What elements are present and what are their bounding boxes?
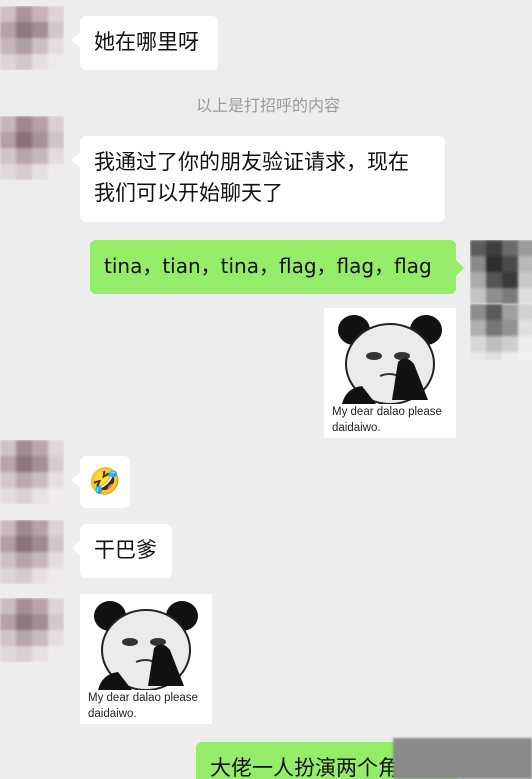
message-text-line: 我们可以开始聊天了 <box>94 181 283 205</box>
contact-avatar[interactable] <box>0 520 64 584</box>
system-notice: 以上是打招呼的内容 <box>195 96 340 115</box>
message-bubble-incoming[interactable]: 我通过了你的朋友验证请求，现在 我们可以开始聊天了 <box>72 136 445 222</box>
my-avatar[interactable] <box>470 240 532 304</box>
message-text: 干巴爹 <box>94 538 157 562</box>
message-bubble-outgoing[interactable]: tina，tian，tina，flag，flag，flag <box>90 240 464 294</box>
chat-window: 她在哪里呀 以上是打招呼的内容 我通过了你的朋友验证请求，现在 我们可以开始聊天… <box>0 0 532 779</box>
message-bubble-incoming[interactable]: 干巴爹 <box>72 524 172 578</box>
contact-avatar[interactable] <box>0 440 64 504</box>
sticker-message-outgoing[interactable]: My dear dalao please daidaiwo. <box>324 308 456 438</box>
sticker-caption: My dear dalao please daidaiwo. <box>332 406 442 434</box>
sticker-caption: My dear dalao please daidaiwo. <box>88 692 198 720</box>
redaction-block <box>393 738 532 779</box>
contact-avatar[interactable] <box>0 598 64 662</box>
message-bubble-incoming[interactable]: 她在哪里呀 <box>72 16 218 70</box>
sticker-message-incoming[interactable]: My dear dalao please daidaiwo. <box>80 594 212 724</box>
message-text: 她在哪里呀 <box>94 30 199 54</box>
rofl-emoji-icon: 🤣 <box>88 467 122 497</box>
my-avatar-lower <box>470 304 532 360</box>
panda-meme-image <box>88 600 204 690</box>
contact-avatar[interactable] <box>0 6 64 70</box>
emoji-message-incoming[interactable]: 🤣 <box>72 456 130 508</box>
message-text-line: 我通过了你的朋友验证请求，现在 <box>94 150 409 174</box>
contact-avatar[interactable] <box>0 116 64 180</box>
message-text: tina，tian，tina，flag，flag，flag <box>104 254 432 278</box>
panda-meme-image <box>332 314 448 404</box>
